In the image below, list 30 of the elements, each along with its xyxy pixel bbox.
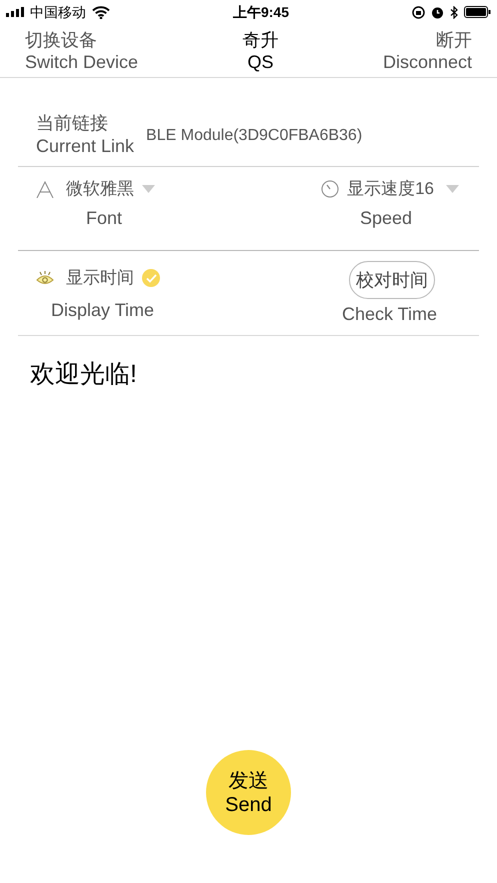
dropdown-caret-icon — [446, 185, 459, 193]
display-time-label: 显示时间 — [66, 267, 134, 290]
switch-device-button[interactable]: 切换设备 Switch Device — [25, 28, 138, 72]
signal-icon — [6, 7, 26, 17]
check-time-label: Check Time — [342, 303, 437, 326]
message-text: 欢迎光临! — [30, 359, 138, 390]
check-time-button[interactable]: 校对时间 — [349, 261, 435, 299]
send-button[interactable]: 发送 Send — [206, 750, 291, 835]
app-title: 奇升 QS — [242, 28, 278, 72]
font-letter-icon — [36, 180, 54, 198]
display-time-checkbox[interactable] — [142, 269, 160, 287]
display-time-caption: Display Time — [51, 299, 154, 322]
wifi-icon — [92, 6, 110, 18]
font-label: Font — [86, 207, 122, 230]
speed-dropdown[interactable]: 显示速度16 — [347, 176, 459, 202]
bluetooth-icon — [450, 6, 458, 18]
alarm-icon — [431, 6, 444, 18]
timer-icon — [321, 180, 340, 198]
clock-time: 上午9:45 — [232, 2, 290, 22]
eye-icon — [36, 270, 54, 286]
carrier-name: 中国移动 — [30, 2, 86, 22]
current-link-label: 当前链接 Current Link — [36, 112, 134, 158]
battery-icon — [464, 6, 491, 18]
rotation-lock-icon — [412, 6, 425, 18]
dropdown-caret-icon — [142, 185, 155, 193]
current-link-value: BLE Module(3D9C0FBA6B36) — [146, 126, 362, 146]
disconnect-button[interactable]: 断开 Disconnect — [382, 28, 472, 72]
checkmark-icon — [146, 274, 156, 282]
font-dropdown[interactable]: 微软雅黑 — [66, 176, 155, 202]
speed-label: Speed — [360, 207, 412, 230]
